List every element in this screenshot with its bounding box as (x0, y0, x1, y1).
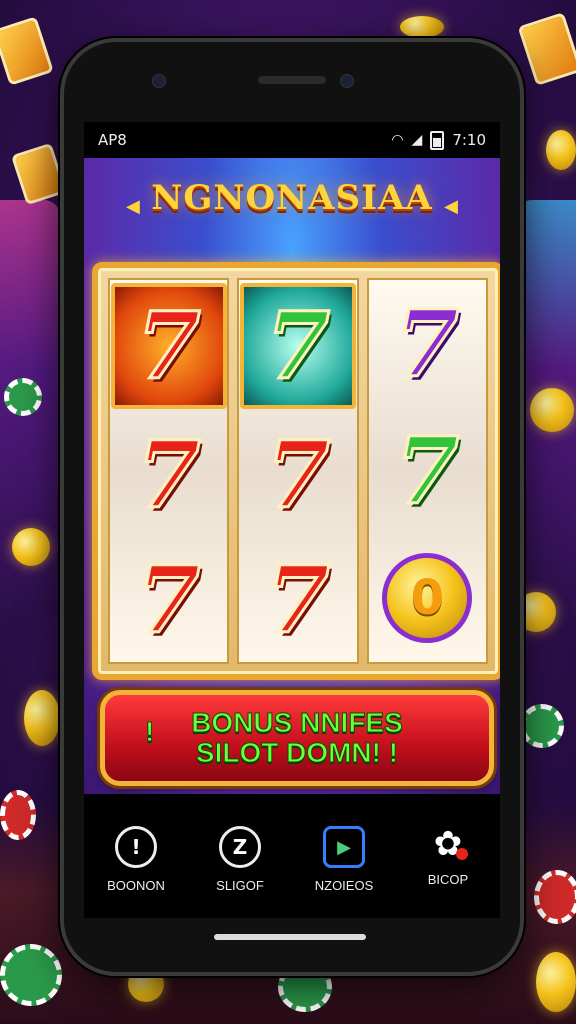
reel-1[interactable]: 7 7 7 (108, 278, 230, 664)
card-decoration (10, 142, 68, 206)
symbol-tile: 7 (244, 541, 352, 659)
nav-item-sligof[interactable]: Z SLIGOF (195, 826, 285, 893)
coin-decoration (400, 16, 444, 38)
banner-line-2: SILOT DOMN! ! (195, 737, 399, 768)
slot-game[interactable]: ◀ NGNONASIAA ◀ 7 7 7 7 7 7 7 7 0 ! BONUS… (84, 158, 500, 794)
home-indicator[interactable] (214, 934, 366, 940)
symbol-tile: 7 (239, 283, 356, 410)
chip-decoration (4, 378, 42, 416)
bonus-banner[interactable]: ! BONUS NNIFES SILOT DOMN! ! (100, 690, 494, 786)
phone-screen: AP8 ◠ ◢ 7:10 ◀ NGNONASIAA ◀ 7 7 7 7 7 7 … (84, 122, 500, 918)
symbol-tile: 7 (373, 285, 481, 403)
coin-symbol: 0 (382, 553, 473, 644)
seven-symbol: 7 (264, 545, 331, 654)
card-decoration (517, 12, 576, 86)
exclamation-icon: ! (144, 716, 155, 747)
symbol-tile: 7 (110, 283, 227, 410)
seven-symbol: 7 (135, 420, 202, 529)
seven-symbol: 7 (264, 420, 331, 529)
game-title: NGNONASIAA (151, 178, 433, 218)
seven-symbol: 7 (394, 416, 461, 525)
seven-symbol: 7 (135, 292, 202, 401)
symbol-tile: 0 (373, 539, 481, 657)
symbol-tile: 7 (373, 412, 481, 530)
nav-label: SLIGOF (216, 878, 264, 893)
reels: 7 7 7 7 7 7 7 7 0 (108, 278, 488, 664)
reel-frame: 7 7 7 7 7 7 7 7 0 (92, 262, 500, 680)
symbol-tile: 7 (115, 416, 223, 534)
chip-decoration (0, 944, 62, 1006)
earpiece (258, 76, 326, 84)
seven-symbol: 7 (264, 292, 331, 401)
right-arrow-icon: ◀ (444, 196, 458, 217)
banner-line-1: BONUS NNIFES (191, 707, 404, 738)
nav-label: NZOIEOS (314, 878, 374, 893)
nav-label: BICOP (427, 872, 469, 887)
bottom-nav: ! BOONON Z SLIGOF ▶ NZOIEOS ✿ BICOP (84, 806, 500, 918)
battery-icon (430, 130, 445, 150)
symbol-tile: 7 (244, 416, 352, 534)
nav-item-boonon[interactable]: ! BOONON (91, 826, 181, 893)
card-decoration (0, 16, 54, 86)
seven-symbol: 7 (135, 545, 202, 654)
status-icons: ◠ ◢ 7:10 (391, 130, 486, 150)
nav-item-bicop[interactable]: ✿ BICOP (403, 824, 493, 887)
nav-item-nzoieos[interactable]: ▶ NZOIEOS (299, 826, 389, 893)
chip-decoration (0, 790, 36, 840)
sensor (340, 74, 354, 88)
reel-2[interactable]: 7 7 7 (237, 278, 359, 664)
carrier-label: AP8 (98, 131, 127, 149)
coin-decoration (24, 690, 60, 746)
nav-label: BOONON (107, 878, 165, 893)
status-bar: AP8 ◠ ◢ 7:10 (84, 122, 500, 158)
signal-icon: ◢ (411, 132, 423, 148)
notification-dot (456, 848, 468, 860)
coin-decoration (12, 528, 50, 566)
gear-icon: ✿ (430, 824, 468, 864)
symbol-tile: 7 (115, 541, 223, 659)
chip-decoration (520, 704, 564, 748)
play-store-icon: ▶ (323, 826, 365, 868)
reel-3[interactable]: 7 7 0 (366, 278, 488, 664)
coin-decoration (536, 952, 576, 1012)
info-icon: ! (115, 826, 157, 868)
phone-device: AP8 ◠ ◢ 7:10 ◀ NGNONASIAA ◀ 7 7 7 7 7 7 … (60, 38, 524, 976)
wifi-icon: ◠ (391, 132, 404, 148)
seven-symbol: 7 (394, 289, 461, 398)
status-time: 7:10 (452, 131, 486, 149)
z-icon: Z (219, 826, 261, 868)
coin-decoration (530, 388, 574, 432)
chip-decoration (534, 870, 576, 924)
coin-decoration (546, 130, 576, 170)
front-camera (152, 74, 166, 88)
